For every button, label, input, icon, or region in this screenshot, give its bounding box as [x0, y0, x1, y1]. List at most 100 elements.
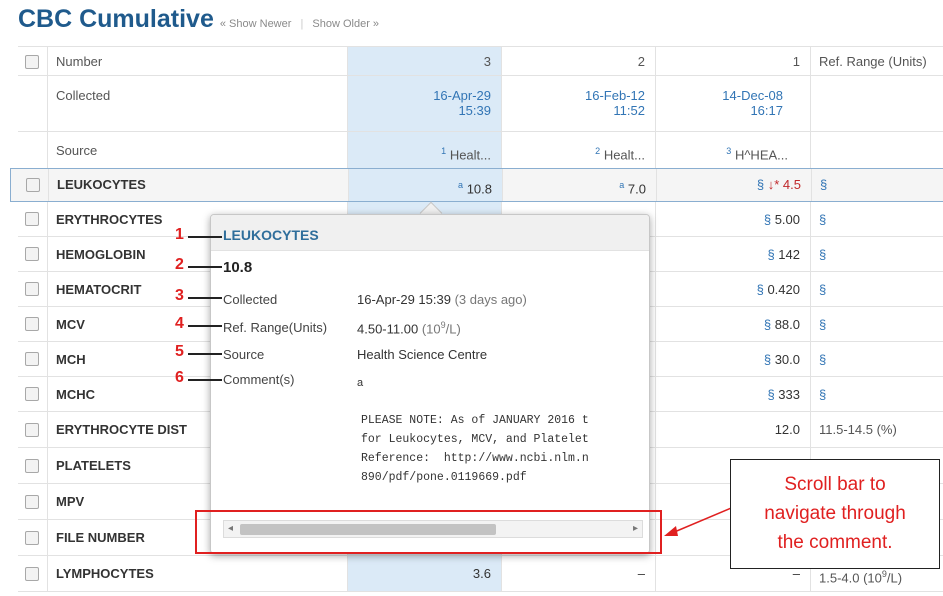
row-checkbox[interactable]	[25, 531, 39, 545]
result-number[interactable]: 3	[348, 47, 502, 75]
ref-range[interactable]: §	[811, 237, 943, 271]
ref-range[interactable]: §	[811, 202, 943, 236]
result-cell[interactable]: a 10.8	[349, 169, 503, 201]
result-cell[interactable]: § ↓* 4.5	[657, 169, 812, 201]
collected-time: 16:17	[750, 103, 783, 118]
row-checkbox[interactable]	[25, 495, 39, 509]
popup-value: 10.8	[223, 259, 253, 276]
analyte-name: LYMPHOCYTES	[56, 566, 154, 581]
analyte-name: HEMATOCRIT	[56, 282, 142, 297]
result-detail-popup: LEUKOCYTES 10.8 Collected 16-Apr-29 15:3…	[210, 214, 650, 554]
ref-range-value: 4.50-11.00 (109/L)	[357, 320, 461, 337]
ref-range-header: Ref. Range (Units)	[819, 54, 927, 69]
analyte-name: MCH	[56, 352, 86, 367]
analyte-name: ERYTHROCYTES	[56, 212, 163, 227]
result-cell[interactable]: § 333	[656, 377, 811, 411]
analyte-name: LEUKOCYTES	[57, 177, 146, 192]
popup-title: LEUKOCYTES	[223, 227, 319, 243]
annotation-number: 3	[175, 287, 184, 304]
annotation-line	[188, 379, 222, 381]
collected-date: 16-Apr-29	[433, 88, 491, 103]
show-newer-link[interactable]: « Show Newer	[220, 18, 292, 30]
collected-date-cell[interactable]: 14-Dec-08 16:17	[656, 76, 811, 131]
analyte-name: ERYTHROCYTE DIST	[56, 422, 187, 437]
row-checkbox[interactable]	[25, 387, 39, 401]
row-checkbox[interactable]	[25, 247, 39, 261]
row-checkbox[interactable]	[25, 212, 39, 226]
source-ref: 3	[726, 146, 732, 156]
collected-label: Collected	[48, 76, 348, 131]
analyte-name: MPV	[56, 494, 85, 509]
annotation-line	[188, 325, 222, 327]
result-cell[interactable]: 12.0	[656, 412, 811, 447]
result-number[interactable]: 2	[502, 47, 656, 75]
number-row: Number 3 2 1 Ref. Range (Units)	[18, 46, 943, 76]
collected-value: 16-Apr-29 15:39 (3 days ago)	[357, 292, 527, 307]
show-older-link[interactable]: Show Older »	[312, 18, 379, 30]
row-checkbox[interactable]	[25, 567, 39, 581]
row-checkbox[interactable]	[25, 352, 39, 366]
annotation-number: 2	[175, 256, 184, 273]
source-value: Health Science Centre	[357, 347, 488, 362]
row-checkbox[interactable]	[25, 317, 39, 331]
annotation-line	[188, 236, 222, 238]
collected-date: 16-Feb-12	[585, 88, 645, 103]
result-number[interactable]: 1	[656, 47, 811, 75]
source-label: Source	[223, 347, 265, 362]
analyte-name: FILE NUMBER	[56, 530, 145, 545]
row-checkbox[interactable]	[26, 178, 40, 192]
callout-arrow	[664, 505, 737, 536]
annotation-line	[188, 353, 222, 355]
ref-range[interactable]: §	[811, 307, 943, 341]
result-cell[interactable]: § 142	[656, 237, 811, 271]
source-cell[interactable]: 1 Healt...	[348, 132, 502, 173]
ref-range-label: Ref. Range(Units)	[223, 320, 328, 335]
collected-date: 14-Dec-08	[722, 88, 783, 103]
select-all-checkbox[interactable]	[25, 55, 39, 69]
ref-range[interactable]: §	[811, 342, 943, 376]
number-label: Number	[48, 47, 348, 75]
ref-range[interactable]: §	[811, 377, 943, 411]
comment-marker: a	[357, 377, 364, 389]
result-cell[interactable]: § 5.00	[656, 202, 811, 236]
table-row-leukocytes[interactable]: LEUKOCYTES a 10.8 a 7.0 § ↓* 4.5 §	[10, 168, 943, 202]
collected-row: Collected 16-Apr-29 15:39 16-Feb-12 11:5…	[18, 76, 943, 132]
source-ref: 1	[441, 146, 447, 156]
ref-range[interactable]: §	[811, 272, 943, 306]
annotation-callout: Scroll bar to navigate through the comme…	[730, 459, 940, 569]
comment-text[interactable]: PLEASE NOTE: As of JANUARY 2016 t for Leu…	[361, 411, 649, 507]
ref-range[interactable]: §	[812, 169, 943, 201]
source-cell[interactable]: 3 H^HEA...	[656, 132, 811, 173]
collected-label: Collected	[223, 292, 278, 307]
annotation-number: 1	[175, 226, 184, 243]
nav-separator: |	[300, 18, 304, 30]
abnormal-low-flag-icon: ↓*	[767, 177, 780, 192]
comments-label: Comment(s)	[223, 372, 295, 387]
collected-date-cell[interactable]: 16-Feb-12 11:52	[502, 76, 656, 131]
source-cell[interactable]: 2 Healt...	[502, 132, 656, 173]
collected-time: 11:52	[613, 103, 645, 118]
row-checkbox[interactable]	[25, 459, 39, 473]
annotation-line	[188, 266, 222, 268]
result-cell[interactable]: § 30.0	[656, 342, 811, 376]
result-cell[interactable]: a 7.0	[503, 169, 657, 201]
result-cell[interactable]: –	[502, 556, 656, 591]
row-checkbox[interactable]	[25, 282, 39, 296]
annotation-number: 6	[175, 369, 184, 386]
result-cell[interactable]: 3.6	[348, 556, 502, 591]
ref-range[interactable]: 11.5-14.5 (%)	[811, 412, 943, 447]
source-ref: 2	[595, 146, 601, 156]
annotation-line	[188, 297, 222, 299]
collected-time: 15:39	[458, 103, 491, 118]
popup-header: LEUKOCYTES	[211, 215, 649, 251]
row-checkbox[interactable]	[25, 423, 39, 437]
pagination-links: « Show Newer | Show Older »	[220, 18, 379, 30]
result-cell[interactable]: § 88.0	[656, 307, 811, 341]
page-title: CBC Cumulative	[18, 5, 214, 33]
analyte-name: HEMOGLOBIN	[56, 247, 146, 262]
collected-date-cell[interactable]: 16-Apr-29 15:39	[348, 76, 502, 131]
analyte-name: PLATELETS	[56, 458, 131, 473]
result-cell[interactable]: § 0.420	[656, 272, 811, 306]
analyte-name: MCHC	[56, 387, 95, 402]
annotation-number: 5	[175, 343, 184, 360]
